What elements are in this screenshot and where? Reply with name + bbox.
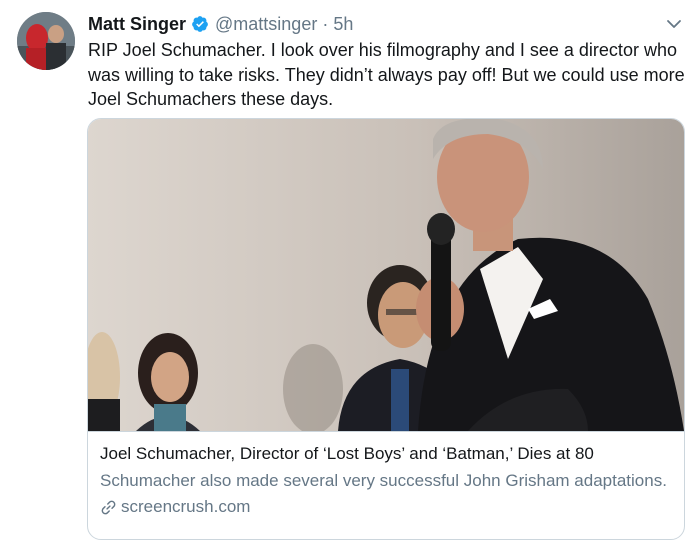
chevron-down-icon[interactable] [664, 14, 684, 34]
card-domain-text[interactable]: screencrush.com [121, 497, 250, 517]
tweet-text: RIP Joel Schumacher. I look over his fil… [88, 40, 685, 109]
card-title[interactable]: Joel Schumacher, Director of ‘Lost Boys’… [100, 444, 594, 464]
card-body[interactable]: Joel Schumacher, Director of ‘Lost Boys’… [88, 431, 684, 516]
avatar-image [17, 12, 75, 70]
author-name[interactable]: Matt Singer [88, 14, 186, 35]
card-description: Schumacher also made several very succes… [100, 471, 667, 490]
card-image[interactable] [88, 119, 684, 431]
link-icon [101, 500, 116, 514]
timestamp[interactable]: 5h [333, 14, 353, 35]
author-handle[interactable]: @mattsinger [215, 14, 317, 35]
tweet-header: Matt Singer @mattsinger · 5h [88, 12, 353, 36]
avatar[interactable] [17, 12, 75, 70]
separator-dot: · [322, 13, 329, 34]
link-card[interactable]: Joel Schumacher, Director of ‘Lost Boys’… [87, 118, 685, 540]
card-domain[interactable]: screencrush.com [100, 497, 250, 517]
verified-badge-icon [192, 16, 208, 32]
